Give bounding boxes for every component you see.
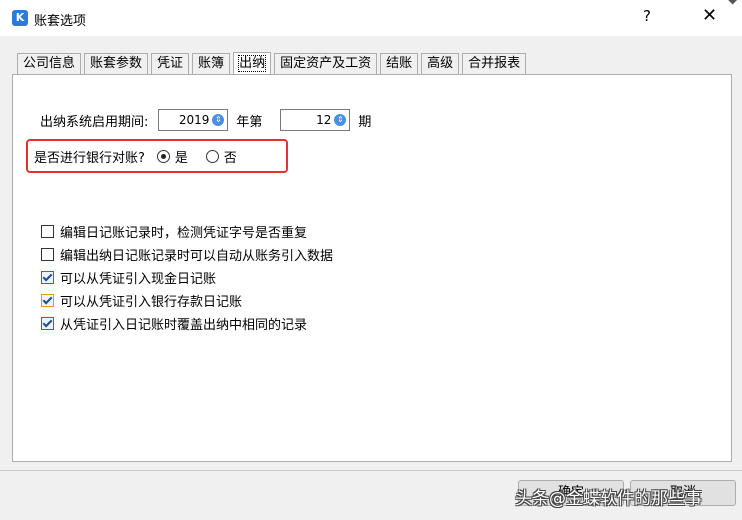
window-title: 账套选项 <box>34 14 87 29</box>
tab-consolidated-reports[interactable]: 合并报表 <box>462 53 527 74</box>
checkbox[interactable] <box>41 271 54 284</box>
close-button[interactable]: ✕ <box>702 5 717 26</box>
tab-account-params[interactable]: 账套参数 <box>84 53 149 74</box>
option-row[interactable]: 编辑日记账记录时，检测凭证字号是否重复 <box>41 222 307 241</box>
ok-button[interactable]: 确定 <box>518 480 624 506</box>
option-label: 可以从凭证引入现金日记账 <box>60 272 217 287</box>
option-row[interactable]: 可以从凭证引入银行存款日记账 <box>41 291 242 310</box>
option-label: 可以从凭证引入银行存款日记账 <box>60 295 243 310</box>
checkbox[interactable] <box>41 294 54 307</box>
divider <box>0 470 742 471</box>
radio-no-label[interactable]: 否 <box>224 147 237 166</box>
cancel-button[interactable]: 取消 <box>630 480 736 506</box>
year-stepper[interactable]: 2019 ⇕ <box>158 109 229 131</box>
app-icon: K <box>12 10 28 26</box>
period-stepper[interactable]: 12 ⇕ <box>280 109 351 131</box>
checkbox[interactable] <box>41 248 54 261</box>
tab-cashier[interactable]: 出纳 <box>233 52 272 75</box>
title-bar: K 账套选项 ? ✕ ◆ <box>0 0 742 36</box>
option-row[interactable]: 编辑出纳日记账记录时可以自动从账务引入数据 <box>41 245 333 264</box>
tab-advanced[interactable]: 高级 <box>421 53 460 74</box>
tab-closing[interactable]: 结账 <box>380 53 419 74</box>
option-label: 从凭证引入日记账时覆盖出纳中相同的记录 <box>60 318 308 333</box>
spin-arrows-icon[interactable]: ⇕ <box>334 114 347 126</box>
start-period-label: 出纳系统启用期间: <box>40 114 149 130</box>
option-label: 编辑出纳日记账记录时可以自动从账务引入数据 <box>60 249 334 264</box>
option-row[interactable]: 从凭证引入日记账时覆盖出纳中相同的记录 <box>41 314 307 333</box>
radio-yes[interactable] <box>156 150 170 163</box>
radio-yes-label[interactable]: 是 <box>175 147 188 166</box>
year-value: 2019 <box>178 113 210 127</box>
help-button[interactable]: ? <box>643 7 651 25</box>
tab-strip: 公司信息 账套参数 凭证 账簿 出纳 固定资产及工资 结账 高级 合并报表 <box>17 52 529 75</box>
radio-no[interactable] <box>205 150 219 163</box>
year-suffix-label: 年第 <box>236 114 263 130</box>
tab-company-info[interactable]: 公司信息 <box>17 53 82 74</box>
checkbox[interactable] <box>41 317 54 330</box>
bank-reconcile-label: 是否进行银行对账? <box>34 151 145 166</box>
checkbox[interactable] <box>41 225 54 238</box>
bank-reconcile-row: 是否进行银行对账? 是 否 <box>34 147 237 166</box>
option-row[interactable]: 可以从凭证引入现金日记账 <box>41 268 216 287</box>
period-suffix-label: 期 <box>358 114 372 130</box>
spin-arrows-icon[interactable]: ⇕ <box>212 114 225 126</box>
corner-decoration-icon: ◆ <box>728 0 737 6</box>
tab-fixed-assets-payroll[interactable]: 固定资产及工资 <box>274 53 378 74</box>
option-label: 编辑日记账记录时，检测凭证字号是否重复 <box>60 226 308 241</box>
start-period-row: 出纳系统启用期间: 2019 ⇕ 年第 12 ⇕ 期 <box>40 109 371 131</box>
tab-ledger[interactable]: 账簿 <box>192 53 231 74</box>
tab-voucher[interactable]: 凭证 <box>151 53 190 74</box>
period-value: 12 <box>316 113 332 127</box>
